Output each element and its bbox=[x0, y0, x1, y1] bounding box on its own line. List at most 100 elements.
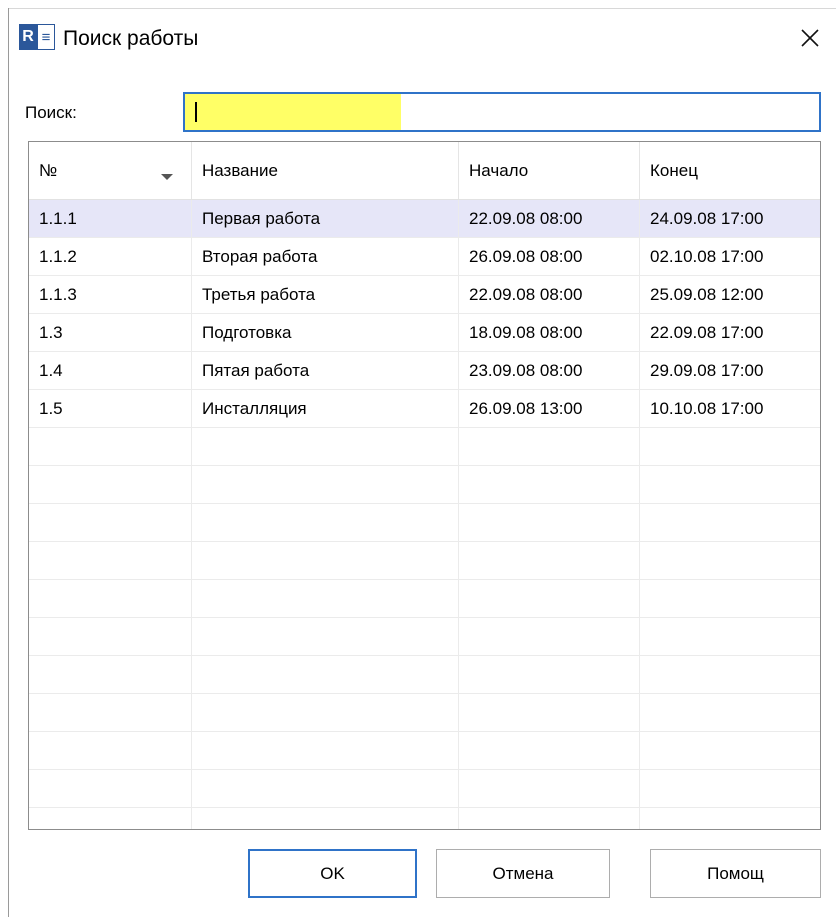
table-cell bbox=[29, 504, 192, 541]
project-document-icon: R ≡ bbox=[19, 24, 55, 50]
sort-descending-icon bbox=[161, 174, 173, 180]
table-cell bbox=[640, 428, 820, 465]
empty-table-row bbox=[29, 694, 820, 732]
table-cell: 23.09.08 08:00 bbox=[459, 352, 640, 389]
table-cell bbox=[192, 732, 459, 769]
table-cell bbox=[192, 580, 459, 617]
table-cell bbox=[29, 618, 192, 655]
works-table[interactable]: № Название Начало Конец 1.1.1 Первая рабо… bbox=[28, 141, 821, 830]
table-cell: 25.09.08 12:00 bbox=[650, 285, 764, 304]
table-cell bbox=[192, 770, 459, 807]
table-cell: 1.5 bbox=[29, 390, 192, 427]
table-cell bbox=[459, 618, 640, 655]
table-cell bbox=[459, 542, 640, 579]
column-header-end[interactable]: Конец bbox=[640, 142, 820, 199]
table-cell: Первая работа bbox=[192, 200, 459, 237]
table-cell bbox=[459, 466, 640, 503]
empty-table-row bbox=[29, 428, 820, 466]
table-header: № Название Начало Конец bbox=[29, 142, 820, 200]
table-cell bbox=[29, 542, 192, 579]
table-cell bbox=[459, 656, 640, 693]
table-cell: 18.09.08 08:00 bbox=[459, 314, 640, 351]
table-cell bbox=[640, 504, 820, 541]
table-cell bbox=[459, 770, 640, 807]
table-cell bbox=[192, 504, 459, 541]
close-button[interactable] bbox=[790, 18, 830, 58]
table-cell bbox=[640, 808, 820, 829]
table-row[interactable]: 1.5 Инсталляция 26.09.08 13:00 10.10.08 17:… bbox=[29, 390, 820, 428]
table-cell bbox=[640, 732, 820, 769]
empty-table-row bbox=[29, 656, 820, 694]
table-cell bbox=[192, 694, 459, 731]
empty-table-row bbox=[29, 542, 820, 580]
table-cell bbox=[192, 656, 459, 693]
table-cell: 24.09.08 17:00 bbox=[650, 209, 764, 228]
table-cell bbox=[29, 770, 192, 807]
table-cell: Подготовка bbox=[192, 314, 459, 351]
table-cell: 1.1.3 bbox=[29, 276, 192, 313]
table-cell bbox=[192, 466, 459, 503]
table-cell bbox=[29, 466, 192, 503]
search-input[interactable] bbox=[183, 92, 821, 132]
table-cell: 1.3 bbox=[29, 314, 192, 351]
search-label: Поиск: bbox=[25, 103, 77, 122]
table-cell bbox=[29, 732, 192, 769]
empty-table-row bbox=[29, 808, 820, 829]
table-cell bbox=[459, 694, 640, 731]
table-cell bbox=[459, 580, 640, 617]
table-cell: 02.10.08 17:00 bbox=[650, 247, 764, 266]
column-header-start[interactable]: Начало bbox=[459, 142, 640, 199]
table-cell bbox=[29, 808, 192, 829]
table-cell: 29.09.08 17:00 bbox=[650, 361, 764, 380]
table-cell bbox=[459, 808, 640, 829]
table-cell: 22.09.08 08:00 bbox=[459, 200, 640, 237]
help-button[interactable]: Помощ bbox=[650, 849, 821, 898]
table-cell bbox=[640, 770, 820, 807]
table-cell bbox=[192, 618, 459, 655]
table-cell bbox=[192, 428, 459, 465]
table-cell bbox=[640, 580, 820, 617]
table-cell bbox=[29, 656, 192, 693]
table-cell: Третья работа bbox=[192, 276, 459, 313]
table-cell: 26.09.08 13:00 bbox=[459, 390, 640, 427]
table-cell: Пятая работа bbox=[192, 352, 459, 389]
empty-table-row bbox=[29, 618, 820, 656]
table-cell bbox=[192, 542, 459, 579]
table-cell: Инсталляция bbox=[192, 390, 459, 427]
empty-table-row bbox=[29, 770, 820, 808]
search-work-dialog: R ≡ Поиск работы Поиск: № Название Начал… bbox=[0, 0, 836, 917]
table-cell: 1.1.2 bbox=[29, 238, 192, 275]
table-cell bbox=[640, 542, 820, 579]
table-cell: 1.1.1 bbox=[29, 200, 192, 237]
empty-table-row bbox=[29, 580, 820, 618]
table-cell bbox=[459, 428, 640, 465]
table-cell bbox=[640, 656, 820, 693]
column-header-name[interactable]: Название bbox=[192, 142, 459, 199]
table-row[interactable]: 1.3 Подготовка 18.09.08 08:00 22.09.08 17:0… bbox=[29, 314, 820, 352]
table-cell bbox=[29, 428, 192, 465]
ok-button[interactable]: OK bbox=[248, 849, 417, 898]
column-header-number[interactable]: № bbox=[29, 142, 192, 199]
close-icon bbox=[801, 29, 819, 47]
table-cell: 10.10.08 17:00 bbox=[650, 399, 764, 418]
cancel-button[interactable]: Отмена bbox=[436, 849, 610, 898]
empty-table-row bbox=[29, 466, 820, 504]
table-cell: 22.09.08 17:00 bbox=[650, 323, 764, 342]
table-cell: 26.09.08 08:00 bbox=[459, 238, 640, 275]
table-row[interactable]: 1.1.1 Первая работа 22.09.08 08:00 24.09.08… bbox=[29, 200, 820, 238]
table-row[interactable]: 1.1.3 Третья работа 22.09.08 08:00 25.09.08… bbox=[29, 276, 820, 314]
table-cell: 1.4 bbox=[29, 352, 192, 389]
table-cell bbox=[29, 580, 192, 617]
window-title: Поиск работы bbox=[63, 27, 199, 50]
table-row[interactable]: 1.4 Пятая работа 23.09.08 08:00 29.09.08 17… bbox=[29, 352, 820, 390]
empty-table-row bbox=[29, 504, 820, 542]
empty-table-row bbox=[29, 732, 820, 770]
table-cell bbox=[640, 694, 820, 731]
table-row[interactable]: 1.1.2 Вторая работа 26.09.08 08:00 02.10.08… bbox=[29, 238, 820, 276]
table-cell: 22.09.08 08:00 bbox=[459, 276, 640, 313]
table-cell: Вторая работа bbox=[192, 238, 459, 275]
table-cell bbox=[459, 504, 640, 541]
table-cell bbox=[29, 694, 192, 731]
table-cell bbox=[640, 618, 820, 655]
column-header-label: № bbox=[39, 161, 58, 180]
